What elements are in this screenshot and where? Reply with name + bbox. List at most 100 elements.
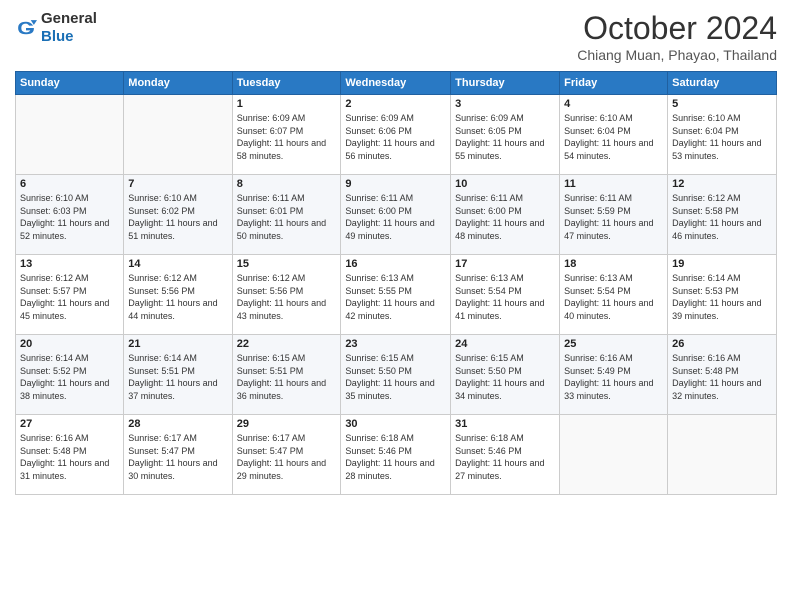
day-number: 3 xyxy=(455,98,555,110)
calendar-cell: 1 Sunrise: 6:09 AM Sunset: 6:07 PM Daylig… xyxy=(232,95,341,175)
calendar-cell: 29Sunrise: 6:17 AM Sunset: 5:47 PM Dayli… xyxy=(232,415,341,495)
calendar-body: 1 Sunrise: 6:09 AM Sunset: 6:07 PM Daylig… xyxy=(16,95,777,495)
calendar-cell: 20Sunrise: 6:14 AM Sunset: 5:52 PM Dayli… xyxy=(16,335,124,415)
day-number: 21 xyxy=(128,338,227,350)
day-info: Sunrise: 6:09 AM Sunset: 6:07 PM Dayligh… xyxy=(237,112,337,162)
day-info: Sunrise: 6:11 AM Sunset: 5:59 PM Dayligh… xyxy=(564,192,663,242)
day-info: Sunrise: 6:10 AM Sunset: 6:03 PM Dayligh… xyxy=(20,192,119,242)
week-row-4: 20Sunrise: 6:14 AM Sunset: 5:52 PM Dayli… xyxy=(16,335,777,415)
day-info: Sunrise: 6:10 AM Sunset: 6:04 PM Dayligh… xyxy=(672,112,772,162)
weekday-header-wednesday: Wednesday xyxy=(341,72,451,95)
day-info: Sunrise: 6:16 AM Sunset: 5:49 PM Dayligh… xyxy=(564,352,663,402)
weekday-header-saturday: Saturday xyxy=(668,72,777,95)
day-number: 1 xyxy=(237,98,337,110)
day-info: Sunrise: 6:16 AM Sunset: 5:48 PM Dayligh… xyxy=(672,352,772,402)
calendar-cell: 24Sunrise: 6:15 AM Sunset: 5:50 PM Dayli… xyxy=(451,335,560,415)
day-number: 19 xyxy=(672,258,772,270)
location-subtitle: Chiang Muan, Phayao, Thailand xyxy=(577,47,777,63)
day-info: Sunrise: 6:09 AM Sunset: 6:06 PM Dayligh… xyxy=(345,112,446,162)
day-info: Sunrise: 6:10 AM Sunset: 6:02 PM Dayligh… xyxy=(128,192,227,242)
day-number: 23 xyxy=(345,338,446,350)
weekday-header-monday: Monday xyxy=(124,72,232,95)
day-info: Sunrise: 6:12 AM Sunset: 5:56 PM Dayligh… xyxy=(128,272,227,322)
calendar-cell: 14Sunrise: 6:12 AM Sunset: 5:56 PM Dayli… xyxy=(124,255,232,335)
day-number: 28 xyxy=(128,418,227,430)
day-number: 22 xyxy=(237,338,337,350)
calendar-cell: 30 Sunrise: 6:18 AM Sunset: 5:46 PM Dayli… xyxy=(341,415,451,495)
day-info: Sunrise: 6:13 AM Sunset: 5:54 PM Dayligh… xyxy=(564,272,663,322)
calendar-cell: 15 Sunrise: 6:12 AM Sunset: 5:56 PM Dayli… xyxy=(232,255,341,335)
calendar-cell: 27 Sunrise: 6:16 AM Sunset: 5:48 PM Dayli… xyxy=(16,415,124,495)
day-info: Sunrise: 6:12 AM Sunset: 5:57 PM Dayligh… xyxy=(20,272,119,322)
calendar-cell: 4 Sunrise: 6:10 AM Sunset: 6:04 PM Daylig… xyxy=(560,95,668,175)
logo-text: General Blue xyxy=(41,10,97,46)
day-info: Sunrise: 6:17 AM Sunset: 5:47 PM Dayligh… xyxy=(128,432,227,482)
day-number: 25 xyxy=(564,338,663,350)
calendar-cell xyxy=(668,415,777,495)
day-info: Sunrise: 6:18 AM Sunset: 5:46 PM Dayligh… xyxy=(455,432,555,482)
calendar-cell: 12 Sunrise: 6:12 AM Sunset: 5:58 PM Dayli… xyxy=(668,175,777,255)
calendar-cell: 7 Sunrise: 6:10 AM Sunset: 6:02 PM Daylig… xyxy=(124,175,232,255)
day-number: 4 xyxy=(564,98,663,110)
calendar-cell: 26 Sunrise: 6:16 AM Sunset: 5:48 PM Dayli… xyxy=(668,335,777,415)
calendar-cell xyxy=(560,415,668,495)
day-info: Sunrise: 6:09 AM Sunset: 6:05 PM Dayligh… xyxy=(455,112,555,162)
day-number: 11 xyxy=(564,178,663,190)
logo: General Blue xyxy=(15,10,97,46)
day-number: 10 xyxy=(455,178,555,190)
day-info: Sunrise: 6:15 AM Sunset: 5:51 PM Dayligh… xyxy=(237,352,337,402)
day-number: 12 xyxy=(672,178,772,190)
title-block: October 2024 Chiang Muan, Phayao, Thaila… xyxy=(577,10,777,63)
day-number: 27 xyxy=(20,418,119,430)
day-number: 24 xyxy=(455,338,555,350)
day-number: 6 xyxy=(20,178,119,190)
logo-icon xyxy=(15,17,37,39)
weekday-header-tuesday: Tuesday xyxy=(232,72,341,95)
day-number: 26 xyxy=(672,338,772,350)
weekday-header-sunday: Sunday xyxy=(16,72,124,95)
logo-general: General xyxy=(41,10,97,27)
calendar-cell: 25 Sunrise: 6:16 AM Sunset: 5:49 PM Dayli… xyxy=(560,335,668,415)
header: General Blue October 2024 Chiang Muan, P… xyxy=(15,10,777,63)
day-info: Sunrise: 6:11 AM Sunset: 6:00 PM Dayligh… xyxy=(455,192,555,242)
calendar-cell: 28 Sunrise: 6:17 AM Sunset: 5:47 PM Dayli… xyxy=(124,415,232,495)
day-number: 30 xyxy=(345,418,446,430)
day-info: Sunrise: 6:14 AM Sunset: 5:51 PM Dayligh… xyxy=(128,352,227,402)
weekday-header-thursday: Thursday xyxy=(451,72,560,95)
calendar-cell: 5 Sunrise: 6:10 AM Sunset: 6:04 PM Daylig… xyxy=(668,95,777,175)
calendar-cell: 23 Sunrise: 6:15 AM Sunset: 5:50 PM Dayli… xyxy=(341,335,451,415)
day-info: Sunrise: 6:10 AM Sunset: 6:04 PM Dayligh… xyxy=(564,112,663,162)
day-info: Sunrise: 6:12 AM Sunset: 5:56 PM Dayligh… xyxy=(237,272,337,322)
day-info: Sunrise: 6:11 AM Sunset: 6:01 PM Dayligh… xyxy=(237,192,337,242)
day-info: Sunrise: 6:15 AM Sunset: 5:50 PM Dayligh… xyxy=(345,352,446,402)
day-info: Sunrise: 6:16 AM Sunset: 5:48 PM Dayligh… xyxy=(20,432,119,482)
day-number: 9 xyxy=(345,178,446,190)
day-number: 29 xyxy=(237,418,337,430)
page: General Blue October 2024 Chiang Muan, P… xyxy=(0,0,792,612)
day-info: Sunrise: 6:18 AM Sunset: 5:46 PM Dayligh… xyxy=(345,432,446,482)
day-number: 5 xyxy=(672,98,772,110)
calendar-table: SundayMondayTuesdayWednesdayThursdayFrid… xyxy=(15,71,777,495)
day-info: Sunrise: 6:14 AM Sunset: 5:52 PM Dayligh… xyxy=(20,352,119,402)
calendar-cell: 16Sunrise: 6:13 AM Sunset: 5:55 PM Dayli… xyxy=(341,255,451,335)
calendar-cell: 10 Sunrise: 6:11 AM Sunset: 6:00 PM Dayli… xyxy=(451,175,560,255)
calendar-cell: 11 Sunrise: 6:11 AM Sunset: 5:59 PM Dayli… xyxy=(560,175,668,255)
day-info: Sunrise: 6:12 AM Sunset: 5:58 PM Dayligh… xyxy=(672,192,772,242)
day-info: Sunrise: 6:11 AM Sunset: 6:00 PM Dayligh… xyxy=(345,192,446,242)
day-number: 13 xyxy=(20,258,119,270)
day-number: 8 xyxy=(237,178,337,190)
weekday-header-row: SundayMondayTuesdayWednesdayThursdayFrid… xyxy=(16,72,777,95)
calendar-header: SundayMondayTuesdayWednesdayThursdayFrid… xyxy=(16,72,777,95)
calendar-cell: 13 Sunrise: 6:12 AM Sunset: 5:57 PM Dayli… xyxy=(16,255,124,335)
day-number: 7 xyxy=(128,178,227,190)
calendar-cell: 8 Sunrise: 6:11 AM Sunset: 6:01 PM Daylig… xyxy=(232,175,341,255)
day-number: 18 xyxy=(564,258,663,270)
day-number: 15 xyxy=(237,258,337,270)
calendar-cell: 22 Sunrise: 6:15 AM Sunset: 5:51 PM Dayli… xyxy=(232,335,341,415)
month-title: October 2024 xyxy=(577,10,777,47)
day-info: Sunrise: 6:14 AM Sunset: 5:53 PM Dayligh… xyxy=(672,272,772,322)
calendar-cell: 2Sunrise: 6:09 AM Sunset: 6:06 PM Daylig… xyxy=(341,95,451,175)
day-info: Sunrise: 6:13 AM Sunset: 5:55 PM Dayligh… xyxy=(345,272,446,322)
week-row-3: 13 Sunrise: 6:12 AM Sunset: 5:57 PM Dayli… xyxy=(16,255,777,335)
weekday-header-friday: Friday xyxy=(560,72,668,95)
